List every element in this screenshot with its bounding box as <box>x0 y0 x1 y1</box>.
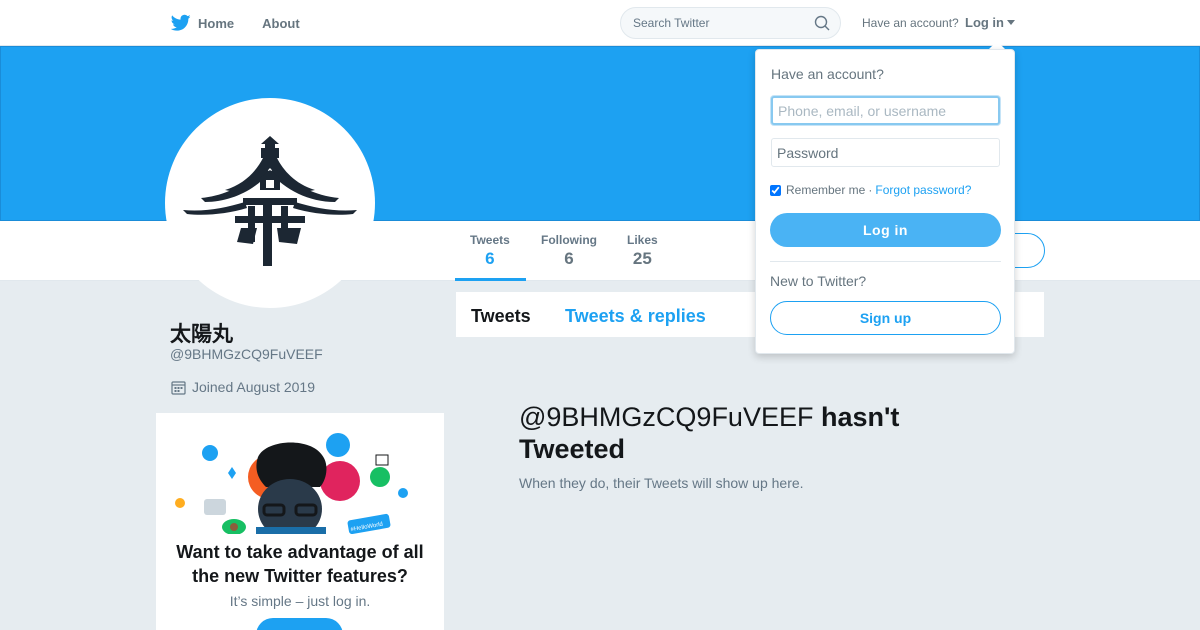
tab-tweets-and-replies[interactable]: Tweets & replies <box>565 306 706 327</box>
profile-handle[interactable]: @9BHMGzCQ9FuVEEF <box>170 346 323 362</box>
empty-state-subtitle: When they do, their Tweets will show up … <box>519 475 804 491</box>
stat-following[interactable]: Following 6 <box>541 233 597 269</box>
have-account-text: Have an account? <box>862 16 959 30</box>
search-icon[interactable] <box>814 15 830 31</box>
login-dropdown-toggle[interactable]: Log in <box>965 15 1015 30</box>
search-input[interactable] <box>633 16 803 30</box>
forgot-password-link[interactable]: Forgot password? <box>875 183 971 197</box>
signup-button[interactable]: Sign up <box>770 301 1001 335</box>
login-promo-card: #HelloWorld Want to take advantage of al… <box>156 413 444 630</box>
stat-tweets[interactable]: Tweets 6 <box>470 233 510 269</box>
empty-state-title: @9BHMGzCQ9FuVEEF hasn't Tweeted <box>519 401 939 465</box>
profile-name[interactable]: 太陽丸 <box>170 318 233 348</box>
joined-date: Joined August 2019 <box>171 379 315 395</box>
castle-logo-image <box>183 136 357 266</box>
active-stat-underline <box>455 278 526 281</box>
login-toggle-label: Log in <box>965 15 1004 30</box>
chevron-down-icon <box>1007 20 1015 25</box>
remember-me-label[interactable]: Remember me <box>786 183 865 197</box>
username-field[interactable] <box>771 96 1000 125</box>
new-to-twitter-text: New to Twitter? <box>770 273 867 289</box>
remember-me-checkbox[interactable] <box>770 184 781 196</box>
tab-tweets[interactable]: Tweets <box>471 306 531 327</box>
stat-value: 6 <box>485 249 495 268</box>
dropdown-heading: Have an account? <box>771 66 884 82</box>
stat-label: Likes <box>627 233 658 247</box>
password-field[interactable] <box>771 138 1000 167</box>
separator-dot: · <box>868 183 873 197</box>
stat-label: Tweets <box>470 233 510 247</box>
stat-value: 6 <box>564 249 574 268</box>
stat-label: Following <box>541 233 597 247</box>
remember-me-row: Remember me · Forgot password? <box>770 183 971 197</box>
promo-title: Want to take advantage of all the new Tw… <box>176 542 424 586</box>
profile-avatar[interactable] <box>165 98 375 308</box>
joined-text: Joined August 2019 <box>192 379 315 395</box>
nav-left: Home About <box>171 0 328 46</box>
stat-value: 25 <box>632 249 652 268</box>
top-navbar: Home About Have an account? Log in <box>0 0 1200 46</box>
promo-illustration: #HelloWorld <box>175 433 408 534</box>
dropdown-divider <box>770 261 1001 262</box>
promo-subtitle: It’s simple – just log in. <box>229 593 371 609</box>
nav-about-link[interactable]: About <box>262 16 300 31</box>
nav-home-link[interactable]: Home <box>198 16 234 31</box>
promo-login-button[interactable] <box>256 618 343 630</box>
empty-state-handle: @9BHMGzCQ9FuVEEF <box>519 402 814 432</box>
twitter-bird-icon[interactable] <box>171 14 191 32</box>
stat-likes[interactable]: Likes 25 <box>627 233 658 269</box>
calendar-icon <box>171 380 186 395</box>
login-dropdown: Have an account? Remember me · Forgot pa… <box>755 49 1015 354</box>
search-box[interactable] <box>620 7 841 39</box>
login-button[interactable]: Log in <box>770 213 1001 247</box>
